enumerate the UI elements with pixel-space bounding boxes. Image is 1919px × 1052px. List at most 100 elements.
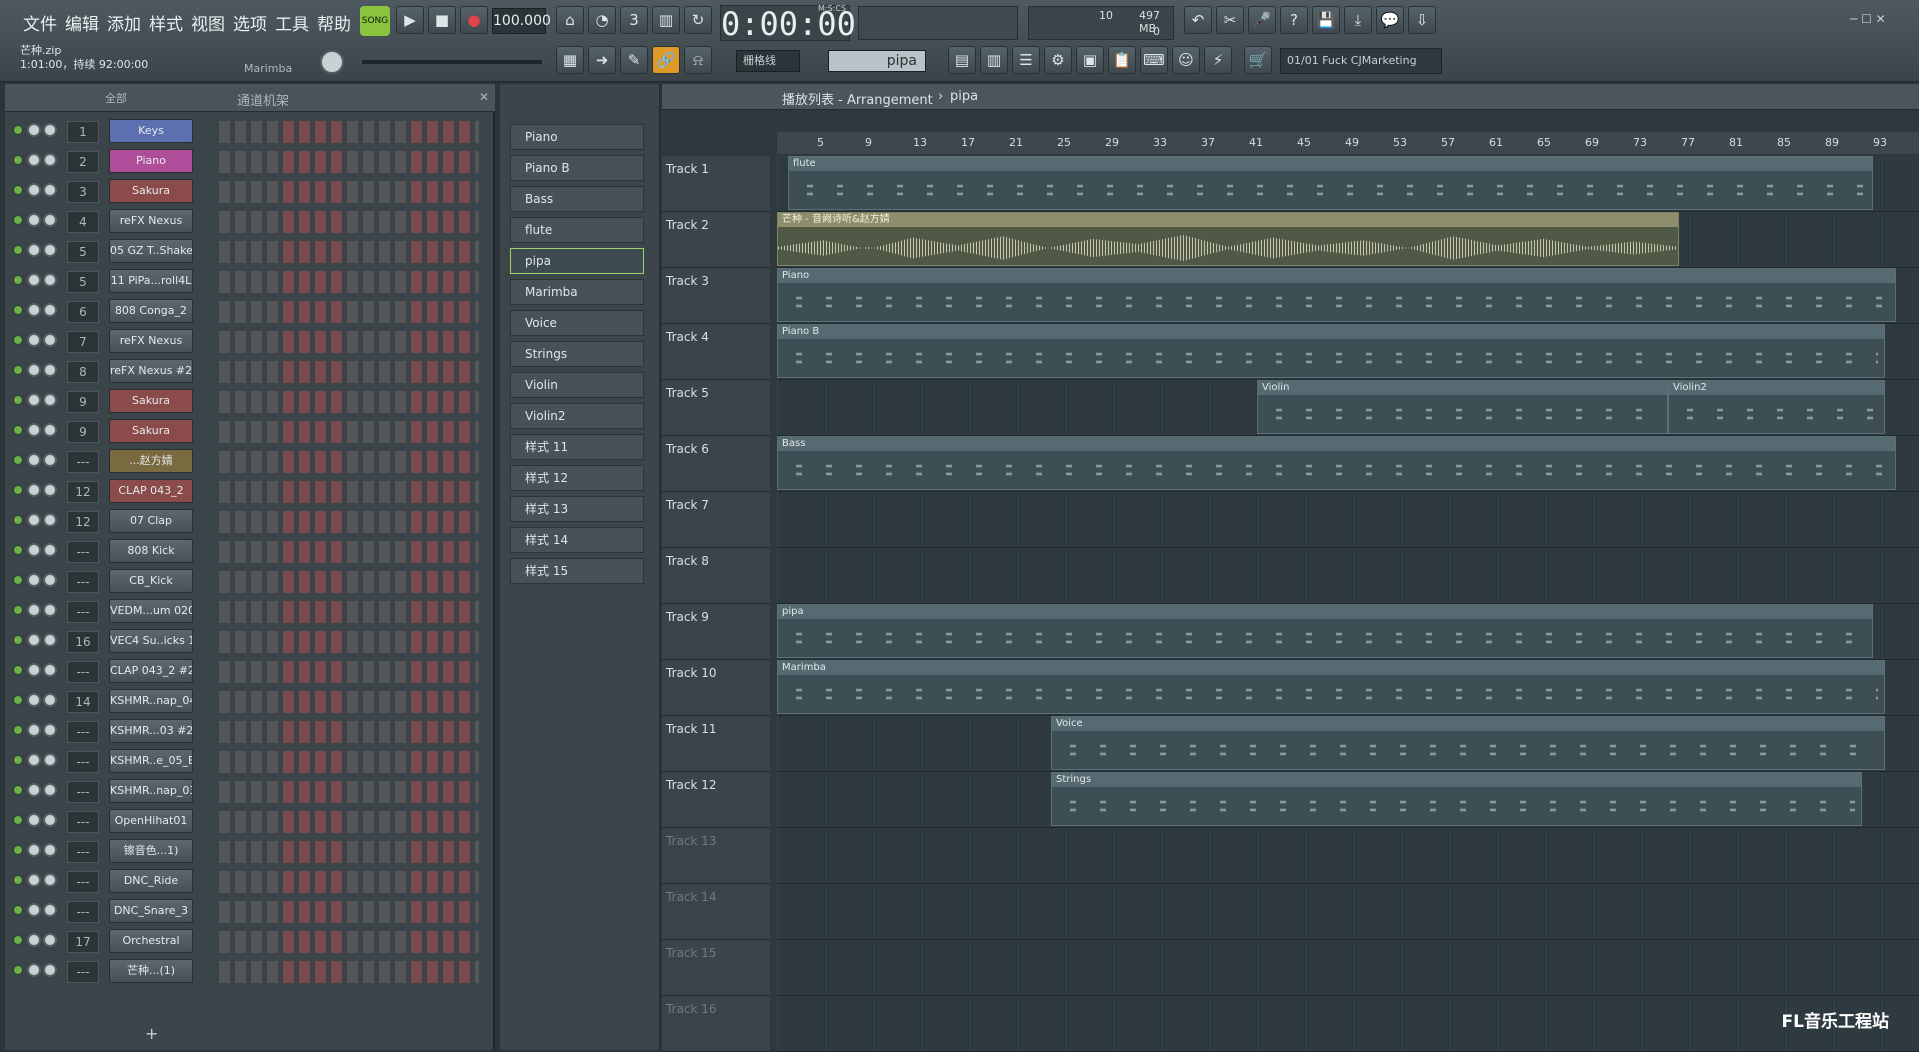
tempo-display[interactable]: 100.000 (492, 8, 551, 34)
step-sequencer[interactable] (219, 391, 479, 413)
channel-enable-led[interactable] (13, 695, 23, 705)
touch-keyboard-icon[interactable]: ⌨ (1140, 46, 1168, 74)
step-sequencer[interactable] (219, 901, 479, 923)
channel-mixer-track[interactable]: --- (67, 901, 99, 923)
channel-row[interactable]: 2 Piano (5, 146, 495, 176)
step-sequencer[interactable] (219, 451, 479, 473)
channel-volume-knob[interactable] (43, 573, 57, 587)
channel-row[interactable]: --- 镲音色...1) (5, 836, 495, 866)
channel-mixer-track[interactable]: --- (67, 781, 99, 803)
metronome-icon[interactable]: ⌂ (556, 6, 584, 34)
step-sequencer[interactable] (219, 421, 479, 443)
track-label[interactable]: Track 8 (662, 548, 770, 604)
channel-volume-knob[interactable] (43, 303, 57, 317)
channel-mixer-track[interactable]: 12 (67, 511, 99, 533)
step-sequencer[interactable] (219, 931, 479, 953)
channel-enable-led[interactable] (13, 215, 23, 225)
channel-pan-knob[interactable] (27, 513, 41, 527)
channel-mixer-track[interactable]: 16 (67, 631, 99, 653)
step-sequencer[interactable] (219, 571, 479, 593)
channel-volume-knob[interactable] (43, 543, 57, 557)
channel-name-button[interactable]: 镲音色...1) (109, 839, 193, 863)
stamp-icon[interactable]: ⍾ (684, 46, 712, 74)
channel-enable-led[interactable] (13, 425, 23, 435)
channel-volume-knob[interactable] (43, 813, 57, 827)
channel-mixer-track[interactable]: 5 (67, 241, 99, 263)
channel-pan-knob[interactable] (27, 843, 41, 857)
channel-row[interactable]: 8 reFX Nexus #2 (5, 356, 495, 386)
channel-name-button[interactable]: Piano (109, 149, 193, 173)
plug-icon[interactable]: ⚡ (1204, 46, 1232, 74)
close-icon[interactable]: ✕ (479, 90, 489, 104)
channel-row[interactable]: 17 Orchestral (5, 926, 495, 956)
channel-row[interactable]: --- ...赵方婧 (5, 446, 495, 476)
pattern-clip[interactable]: Strings (1051, 772, 1862, 826)
channel-enable-led[interactable] (13, 815, 23, 825)
channel-name-button[interactable]: CB_Kick (109, 569, 193, 593)
stop-button[interactable]: ■ (428, 6, 456, 34)
channel-mixer-track[interactable]: 3 (67, 181, 99, 203)
menu-item[interactable]: 帮助 (314, 10, 354, 35)
channel-pan-knob[interactable] (27, 813, 41, 827)
channel-name-button[interactable]: 07 Clap (109, 509, 193, 533)
pattern-item[interactable]: pipa (510, 248, 644, 274)
channel-volume-knob[interactable] (43, 273, 57, 287)
mic-icon[interactable]: 🎤 (1248, 6, 1276, 34)
channel-volume-knob[interactable] (43, 633, 57, 647)
channel-row[interactable]: 3 Sakura (5, 176, 495, 206)
channel-name-button[interactable]: 808 Conga_2 (109, 299, 193, 323)
window-controls[interactable]: ─ ☐ ✕ (1850, 12, 1886, 26)
channel-mixer-track[interactable]: 17 (67, 931, 99, 953)
channel-volume-knob[interactable] (43, 663, 57, 677)
channel-volume-knob[interactable] (43, 243, 57, 257)
menu-item[interactable]: 选项 (230, 10, 270, 35)
pattern-clip[interactable]: Piano B (777, 324, 1885, 378)
pattern-item[interactable]: Voice (510, 310, 644, 336)
channel-pan-knob[interactable] (27, 723, 41, 737)
channel-mixer-track[interactable]: --- (67, 601, 99, 623)
track-label[interactable]: Track 2 (662, 212, 770, 268)
piano-roll-icon[interactable]: ▦ (556, 46, 584, 74)
pattern-item[interactable]: 样式 11 (510, 434, 644, 460)
channel-mixer-track[interactable]: 4 (67, 211, 99, 233)
channel-enable-led[interactable] (13, 335, 23, 345)
channel-pan-knob[interactable] (27, 453, 41, 467)
track-label[interactable]: Track 14 (662, 884, 770, 940)
step-sequencer[interactable] (219, 511, 479, 533)
step-sequencer[interactable] (219, 541, 479, 563)
channel-mixer-track[interactable]: --- (67, 541, 99, 563)
channel-pan-knob[interactable] (27, 903, 41, 917)
pattern-item[interactable]: Strings (510, 341, 644, 367)
arrow-icon[interactable]: ➜ (588, 46, 616, 74)
channel-volume-knob[interactable] (43, 843, 57, 857)
channel-volume-knob[interactable] (43, 753, 57, 767)
step-sequencer[interactable] (219, 361, 479, 383)
channel-mixer-track[interactable]: --- (67, 721, 99, 743)
track-lane[interactable] (777, 884, 1919, 940)
channel-pan-knob[interactable] (27, 933, 41, 947)
channel-mixer-track[interactable]: 12 (67, 481, 99, 503)
channel-name-button[interactable]: OpenHihat01 (109, 809, 193, 833)
track-lane[interactable] (777, 996, 1919, 1052)
channel-mixer-track[interactable]: 8 (67, 361, 99, 383)
channel-pan-knob[interactable] (27, 963, 41, 977)
timeline-ruler[interactable]: 5 9 13 17 21 25 29 33 37 41 45 49 53 57 61 65 69 73 77 81 85… (777, 132, 1919, 154)
channel-volume-knob[interactable] (43, 183, 57, 197)
menu-item[interactable]: 文件 (20, 10, 60, 35)
menu-item[interactable]: 样式 (146, 10, 186, 35)
channel-enable-led[interactable] (13, 725, 23, 735)
channel-row[interactable]: 4 reFX Nexus (5, 206, 495, 236)
channel-name-button[interactable]: VEDM...um 020 (109, 599, 193, 623)
rack-filter[interactable]: 全部 (105, 90, 127, 106)
channel-mixer-track[interactable]: 5 (67, 271, 99, 293)
channel-name-button[interactable]: ...赵方婧 (109, 449, 193, 473)
channel-row[interactable]: --- CB_Kick (5, 566, 495, 596)
add-channel-button[interactable]: + (145, 1024, 158, 1043)
channel-volume-knob[interactable] (43, 933, 57, 947)
channel-volume-knob[interactable] (43, 873, 57, 887)
channel-name-button[interactable]: DNC_Snare_3 (109, 899, 193, 923)
track-lane[interactable]: Bass (777, 436, 1919, 492)
track-label[interactable]: Track 16 (662, 996, 770, 1052)
track-lane[interactable]: Piano B (777, 324, 1919, 380)
channel-name-button[interactable]: 808 Kick (109, 539, 193, 563)
